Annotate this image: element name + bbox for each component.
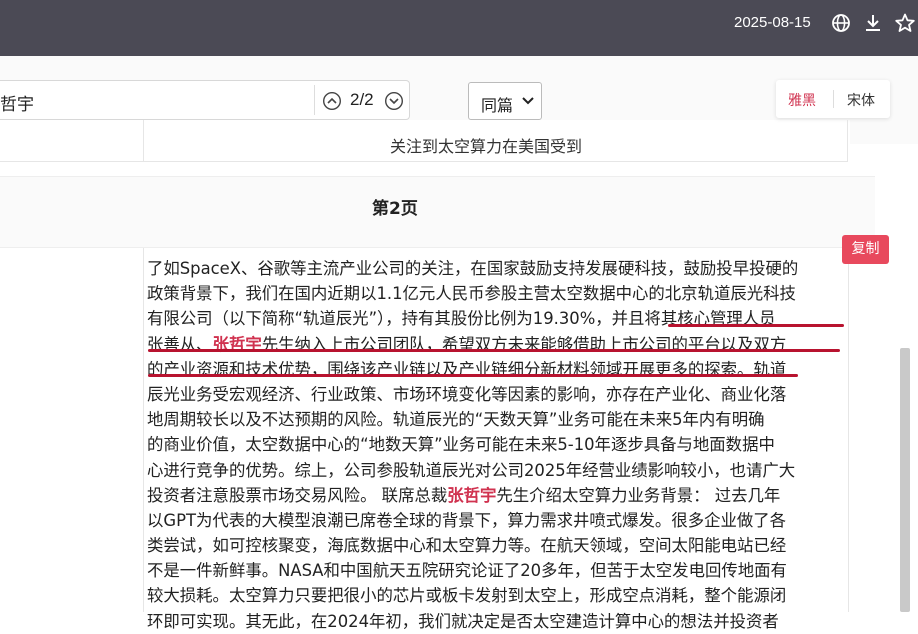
text-segment: 类尝试，如可控核聚变，海底数据中心和太空算力等。在航天领域，空间太阳能电站已经 — [147, 536, 787, 556]
text-segment: 辰光业务受宏观经济、行业政策、市场环境变化等因素的影响，亦存在产业化、商业化落 — [147, 384, 787, 404]
text-line: 了如SpaceX、谷歌等主流产业公司的关注，在国家鼓励支持发展硬科技，鼓励投早投… — [147, 256, 843, 281]
text-line: 的商业价值，太空数据中心的“地数天算”业务可能在未来5-10年逐步具备与地面数据… — [147, 432, 843, 457]
search-bar[interactable]: 哲宇 2/2 — [0, 80, 410, 120]
text-segment: 地周期较长以及不达预期的风险。轨道辰光的“天数天算”业务可能在未来5年内有明确 — [147, 410, 765, 430]
text-segment: 政策背景下，我们在国内近期以1.1亿元人民币参股主营太空数据中心的北京轨道辰光科… — [147, 284, 796, 304]
previous-table-row: 关注到太空算力在美国受到 — [0, 120, 848, 162]
search-input[interactable]: 哲宇 — [0, 90, 34, 115]
font-toggle-divider — [833, 90, 834, 108]
text-line: 辰光业务受宏观经济、行业政策、市场环境变化等因素的影响，亦存在产业化、商业化落 — [147, 382, 843, 407]
column-divider — [143, 120, 144, 162]
next-match-icon[interactable] — [384, 91, 404, 111]
text-segment: 以GPT为代表的大模型浪潮已席卷全球的背景下，算力需求井喷式爆发。很多企业做了各 — [147, 510, 787, 530]
match-count: 2/2 — [350, 90, 374, 109]
text-line: 不是一件新鲜事。NASA和中国航天五院研究论证了20多年，但苦于太空发电回传地面… — [147, 558, 843, 583]
text-line: 较大损耗。太空算力只要把很小的芯片或板卡发射到太空上，形成空点消耗，整个能源闭 — [147, 583, 843, 608]
search-highlight: 张哲宇 — [447, 485, 497, 505]
page-header: 第2页 — [0, 176, 875, 248]
text-line: 的产业资源和技术优势，围绕该产业链以及产业链细分新材料领域开展更多的探索。轨道 — [147, 357, 843, 382]
top-bar: 2025-08-15 — [0, 0, 918, 56]
scrollbar[interactable] — [900, 348, 910, 612]
font-option-yahei[interactable]: 雅黑 — [788, 90, 816, 110]
text-line: 环即可实现。其无此，在2024年初，我们就决定是否太空建造计算中心的想法并投资者 — [147, 609, 843, 634]
text-line: 张善从、张哲宇先生纳入上市公司团队，希望双方未来能够借助上市公司的平台以及双方 — [147, 332, 843, 357]
text-line: 类尝试，如可控核聚变，海底数据中心和太空算力等。在航天领域，空间太阳能电站已经 — [147, 533, 843, 558]
search-divider — [314, 85, 315, 115]
text-line: 地周期较长以及不达预期的风险。轨道辰光的“天数天算”业务可能在未来5年内有明确 — [147, 407, 843, 432]
text-segment: 了如SpaceX、谷歌等主流产业公司的关注，在国家鼓励支持发展硬科技，鼓励投早投… — [147, 259, 799, 278]
prev-match-icon[interactable] — [322, 91, 342, 111]
text-line: 心进行竞争的优势。综上，公司参股轨道辰光对公司2025年经营业绩影响较小，也请广… — [147, 458, 843, 483]
page-title: 第2页 — [372, 199, 418, 219]
text-line: 政策背景下，我们在国内近期以1.1亿元人民币参股主营太空数据中心的北京轨道辰光科… — [147, 281, 843, 306]
chevron-down-icon — [522, 97, 534, 105]
star-icon[interactable] — [894, 12, 916, 34]
scope-select-value: 同篇 — [481, 96, 514, 115]
previous-row-text: 关注到太空算力在美国受到 — [390, 137, 583, 156]
font-option-songti[interactable]: 宋体 — [847, 90, 875, 110]
annotation-underline — [148, 349, 840, 352]
text-line: 有限公司（以下简称“轨道辰光”），持有其股份比例为19.30%，并且将其核心管理… — [147, 306, 843, 331]
download-icon[interactable] — [862, 12, 884, 34]
date-label: 2025-08-15 — [734, 14, 811, 31]
text-segment: 的商业价值，太空数据中心的“地数天算”业务可能在未来5-10年逐步具备与地面数据… — [147, 435, 775, 455]
text-segment: 先生介绍太空算力业务背景： 过去几年 — [496, 485, 781, 505]
text-segment: 较大损耗。太空算力只要把很小的芯片或板卡发射到太空上，形成空点消耗，整个能源闭 — [147, 586, 787, 606]
annotation-underline — [668, 324, 844, 327]
text-segment: 环即可实现。其无此，在2024年初，我们就决定是否太空建造计算中心的想法并投资者 — [147, 611, 779, 631]
text-line: 投资者注意股票市场交易风险。 联席总裁张哲宇先生介绍太空算力业务背景： 过去几年 — [147, 483, 843, 508]
paragraph-text: 了如SpaceX、谷歌等主流产业公司的关注，在国家鼓励支持发展硬科技，鼓励投早投… — [147, 256, 843, 634]
text-segment: 不是一件新鲜事。NASA和中国航天五院研究论证了20多年，但苦于太空发电回传地面… — [147, 561, 787, 581]
scope-select[interactable]: 同篇 — [468, 82, 542, 120]
copy-button[interactable]: 复制 — [842, 235, 889, 264]
annotation-underline — [148, 374, 798, 377]
content-table-row: 了如SpaceX、谷歌等主流产业公司的关注，在国家鼓励支持发展硬科技，鼓励投早投… — [0, 248, 850, 631]
globe-icon[interactable] — [830, 12, 852, 34]
column-border — [848, 248, 849, 612]
column-divider — [143, 248, 144, 612]
font-toggle: 雅黑 宋体 — [776, 80, 890, 118]
text-segment: 投资者注意股票市场交易风险。 联席总裁 — [147, 485, 448, 505]
text-segment: 心进行竞争的优势。综上，公司参股轨道辰光对公司2025年经营业绩影响较小，也请广… — [147, 460, 796, 480]
text-line: 以GPT为代表的大模型浪潮已席卷全球的背景下，算力需求井喷式爆发。很多企业做了各 — [147, 508, 843, 533]
